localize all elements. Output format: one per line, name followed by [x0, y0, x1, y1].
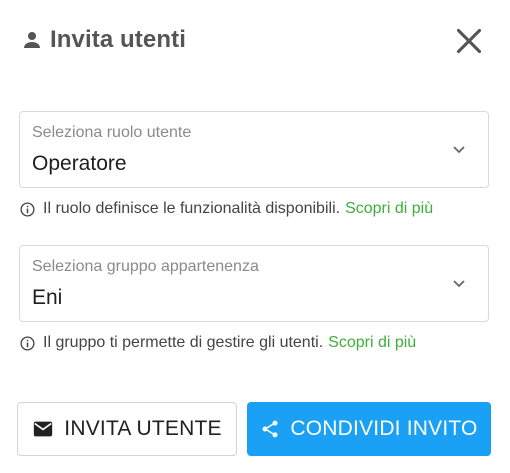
chevron-down-icon: [452, 276, 466, 290]
dialog-header: Invita utenti: [20, 26, 186, 54]
invite-user-button[interactable]: INVITA UTENTE: [17, 402, 237, 456]
group-learn-more-link[interactable]: Scopri di più: [328, 334, 416, 352]
dialog-title: Invita utenti: [50, 26, 186, 53]
role-select-label: Seleziona ruolo utente: [32, 124, 192, 141]
chevron-down-icon: [452, 142, 466, 156]
person-icon: [20, 28, 44, 52]
mail-icon: [32, 418, 54, 440]
info-icon: [20, 335, 35, 351]
role-select-value: Operatore: [32, 152, 127, 175]
role-select[interactable]: Seleziona ruolo utente Operatore: [19, 111, 489, 188]
close-button[interactable]: [452, 26, 486, 60]
share-invite-label: CONDIVIDI INVITO: [290, 417, 478, 440]
role-helper-label: Il ruolo definisce le funzionalità dispo…: [43, 200, 341, 217]
info-icon: [20, 201, 35, 217]
group-select[interactable]: Seleziona gruppo appartenenza Eni: [19, 245, 489, 322]
role-helper-text: Il ruolo definisce le funzionalità dispo…: [20, 200, 433, 218]
group-select-value: Eni: [32, 286, 63, 309]
group-helper-label: Il gruppo ti permette di gestire gli ute…: [43, 334, 324, 351]
role-learn-more-link[interactable]: Scopri di più: [345, 200, 433, 218]
invite-user-label: INVITA UTENTE: [64, 417, 222, 440]
group-helper-text: Il gruppo ti permette di gestire gli ute…: [20, 334, 416, 352]
group-select-label: Seleziona gruppo appartenenza: [32, 258, 259, 275]
share-invite-button[interactable]: CONDIVIDI INVITO: [247, 402, 491, 456]
share-icon: [260, 419, 280, 439]
close-icon: [455, 27, 483, 60]
